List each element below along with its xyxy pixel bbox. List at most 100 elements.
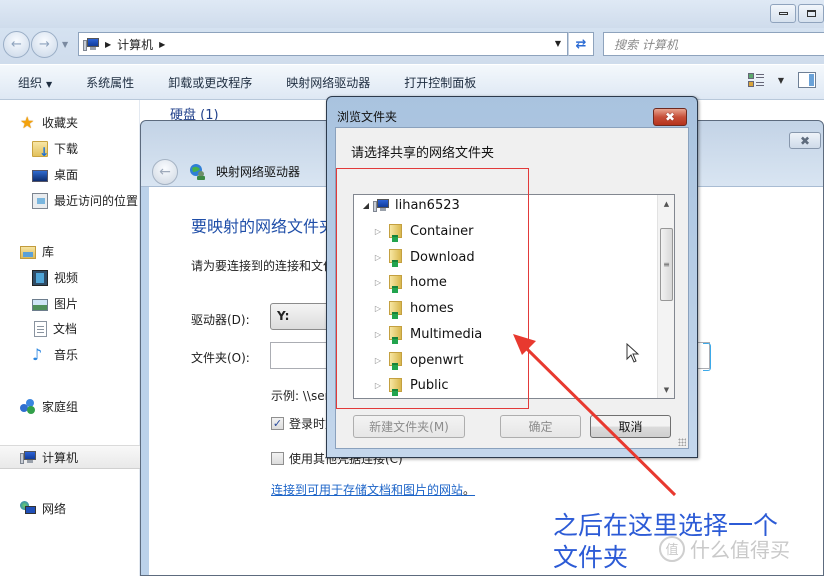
computer-icon [373,199,389,212]
uninstall-program-button[interactable]: 卸载或更改程序 [151,74,269,91]
wizard-close-button[interactable]: ✖ [789,132,821,149]
collapse-icon[interactable]: ◢ [360,201,372,210]
refresh-button[interactable]: ⇄ [568,32,594,56]
chevron-down-icon: ▼ [46,79,53,89]
tree-folder-label: Container [410,224,474,239]
computer-icon [20,450,36,464]
sidebar-item-label: 网络 [42,502,67,516]
sidebar-item-label: 文档 [53,322,78,336]
sidebar-item-desktop[interactable]: 桌面 [32,166,78,183]
view-options-dropdown[interactable]: ▼ [778,76,784,85]
expand-icon[interactable]: ▷ [372,227,384,236]
forward-arrow-icon: → [39,37,50,52]
shared-folder-icon [388,223,402,242]
tree-folder-item[interactable]: ▷ home [372,270,447,295]
sidebar-item-recent-places[interactable]: 最近访问的位置 [32,192,138,209]
close-icon: ✖ [664,110,676,124]
sidebar-item-downloads[interactable]: 下载 [32,140,79,159]
expand-icon[interactable]: ▷ [372,330,384,339]
connect-website-link[interactable]: 连接到可用于存储文档和图片的网站。 [271,481,475,498]
forward-button[interactable]: → [31,31,58,58]
expand-icon[interactable]: ▷ [372,381,384,390]
sidebar-item-documents[interactable]: 文档 [34,320,77,337]
sidebar-item-favorites[interactable]: ★ 收藏夹 [20,114,78,131]
pictures-icon [32,298,48,311]
back-button[interactable]: ← [3,31,30,58]
scroll-down-icon[interactable]: ▼ [658,381,674,398]
tree-folder-label: home [410,275,447,291]
minimize-button[interactable] [770,4,796,23]
browse-folder-dialog: 浏览文件夹 ✖ 请选择共享的网络文件夹 ◢ lihan6523 ▷ Contain… [326,96,698,458]
scroll-thumb[interactable]: ≡ [660,228,673,301]
change-view-icon[interactable] [747,72,764,88]
tree-root[interactable]: ◢ lihan6523 [360,195,460,218]
maximize-button[interactable] [798,4,824,23]
desktop-icon [32,169,48,182]
sidebar-item-label: 家庭组 [42,400,79,414]
expand-icon[interactable]: ▷ [372,304,384,313]
folder-label: 文件夹(O): [191,351,250,365]
tree-folder-item[interactable]: ▷ Public [372,373,448,398]
wizard-back-button[interactable]: ← [152,159,178,185]
sidebar-item-music[interactable]: ♪ 音乐 [32,346,78,363]
shared-folder-icon [388,352,402,370]
new-folder-button[interactable]: 新建文件夹(M) [353,415,465,438]
link-suffix: 。 [463,483,476,497]
tree-folder-label: openwrt [410,352,464,368]
tree-folder-item[interactable]: ▷ Download [372,245,475,270]
music-icon: ♪ [32,344,43,364]
breadcrumb-computer[interactable]: 计算机 [117,36,153,53]
browse-button-edge[interactable] [703,343,711,371]
expand-icon[interactable]: ▷ [372,253,384,262]
sidebar-item-label: 下载 [54,142,79,156]
documents-icon [34,320,47,337]
wizard-title: 映射网络驱动器 [216,165,301,179]
other-credentials-checkbox[interactable] [271,452,284,465]
sidebar-item-computer[interactable]: 计算机 [0,445,140,469]
sidebar-item-libraries[interactable]: 库 [20,243,54,260]
cancel-button[interactable]: 取消 [590,415,671,438]
window-controls [770,4,824,23]
recent-pages-dropdown[interactable]: ▼ [62,40,68,49]
system-properties-button[interactable]: 系统属性 [69,74,151,91]
expand-icon[interactable]: ▷ [372,356,384,365]
tree-folder-item[interactable]: ▷ homes [372,296,454,321]
network-drive-icon [190,164,205,180]
resize-grip[interactable] [678,438,686,446]
sidebar-item-label: 视频 [54,271,79,285]
reconnect-checkbox[interactable]: ✓ [271,417,284,430]
open-control-panel-button[interactable]: 打开控制面板 [387,74,493,91]
preview-pane-icon[interactable] [798,72,816,88]
map-network-drive-button[interactable]: 映射网络驱动器 [269,74,387,91]
folder-tree[interactable]: ◢ lihan6523 ▷ Container ▷ Download ▷ home ▷ hom… [353,194,675,399]
sidebar-item-label: 音乐 [54,348,79,362]
shared-folder-icon [388,249,402,268]
address-history-dropdown[interactable]: ▼ [555,39,561,48]
organize-menu[interactable]: 组织 ▼ [0,74,69,91]
back-arrow-icon: ← [159,164,171,180]
sidebar-item-homegroup[interactable]: 家庭组 [20,398,78,415]
dialog-close-button[interactable]: ✖ [653,108,687,126]
expand-icon[interactable]: ▷ [372,278,384,287]
scroll-up-icon[interactable]: ▲ [658,195,674,212]
sidebar-item-pictures[interactable]: 图片 [32,295,78,312]
minimize-icon [778,12,788,15]
sidebar-item-network[interactable]: 网络 [20,500,66,517]
link-text[interactable]: 连接到可用于存储文档和图片的网站 [271,483,463,497]
sidebar-item-label: 计算机 [42,450,79,465]
tree-folder-item[interactable]: ▷ Container [372,219,474,244]
search-input[interactable]: 搜索 计算机 [603,32,824,56]
tree-folder-item[interactable]: ▷ openwrt [372,348,464,373]
library-icon [20,246,36,259]
tree-scrollbar[interactable]: ▲ ≡ ▼ [657,195,674,398]
recent-places-icon [32,192,48,209]
tree-folder-item[interactable]: ▷ Multimedia [372,322,482,347]
shared-folder-icon [388,300,402,319]
ok-button[interactable]: 确定 [500,415,581,438]
sidebar-item-videos[interactable]: 视频 [32,269,78,286]
address-bar[interactable]: ▶ 计算机 ▶ ▼ [78,32,568,56]
sidebar-item-label: 桌面 [54,168,79,182]
breadcrumb-separator-icon[interactable]: ▶ [159,40,165,49]
close-icon: ✖ [799,133,811,148]
breadcrumb-separator-icon[interactable]: ▶ [105,40,111,49]
